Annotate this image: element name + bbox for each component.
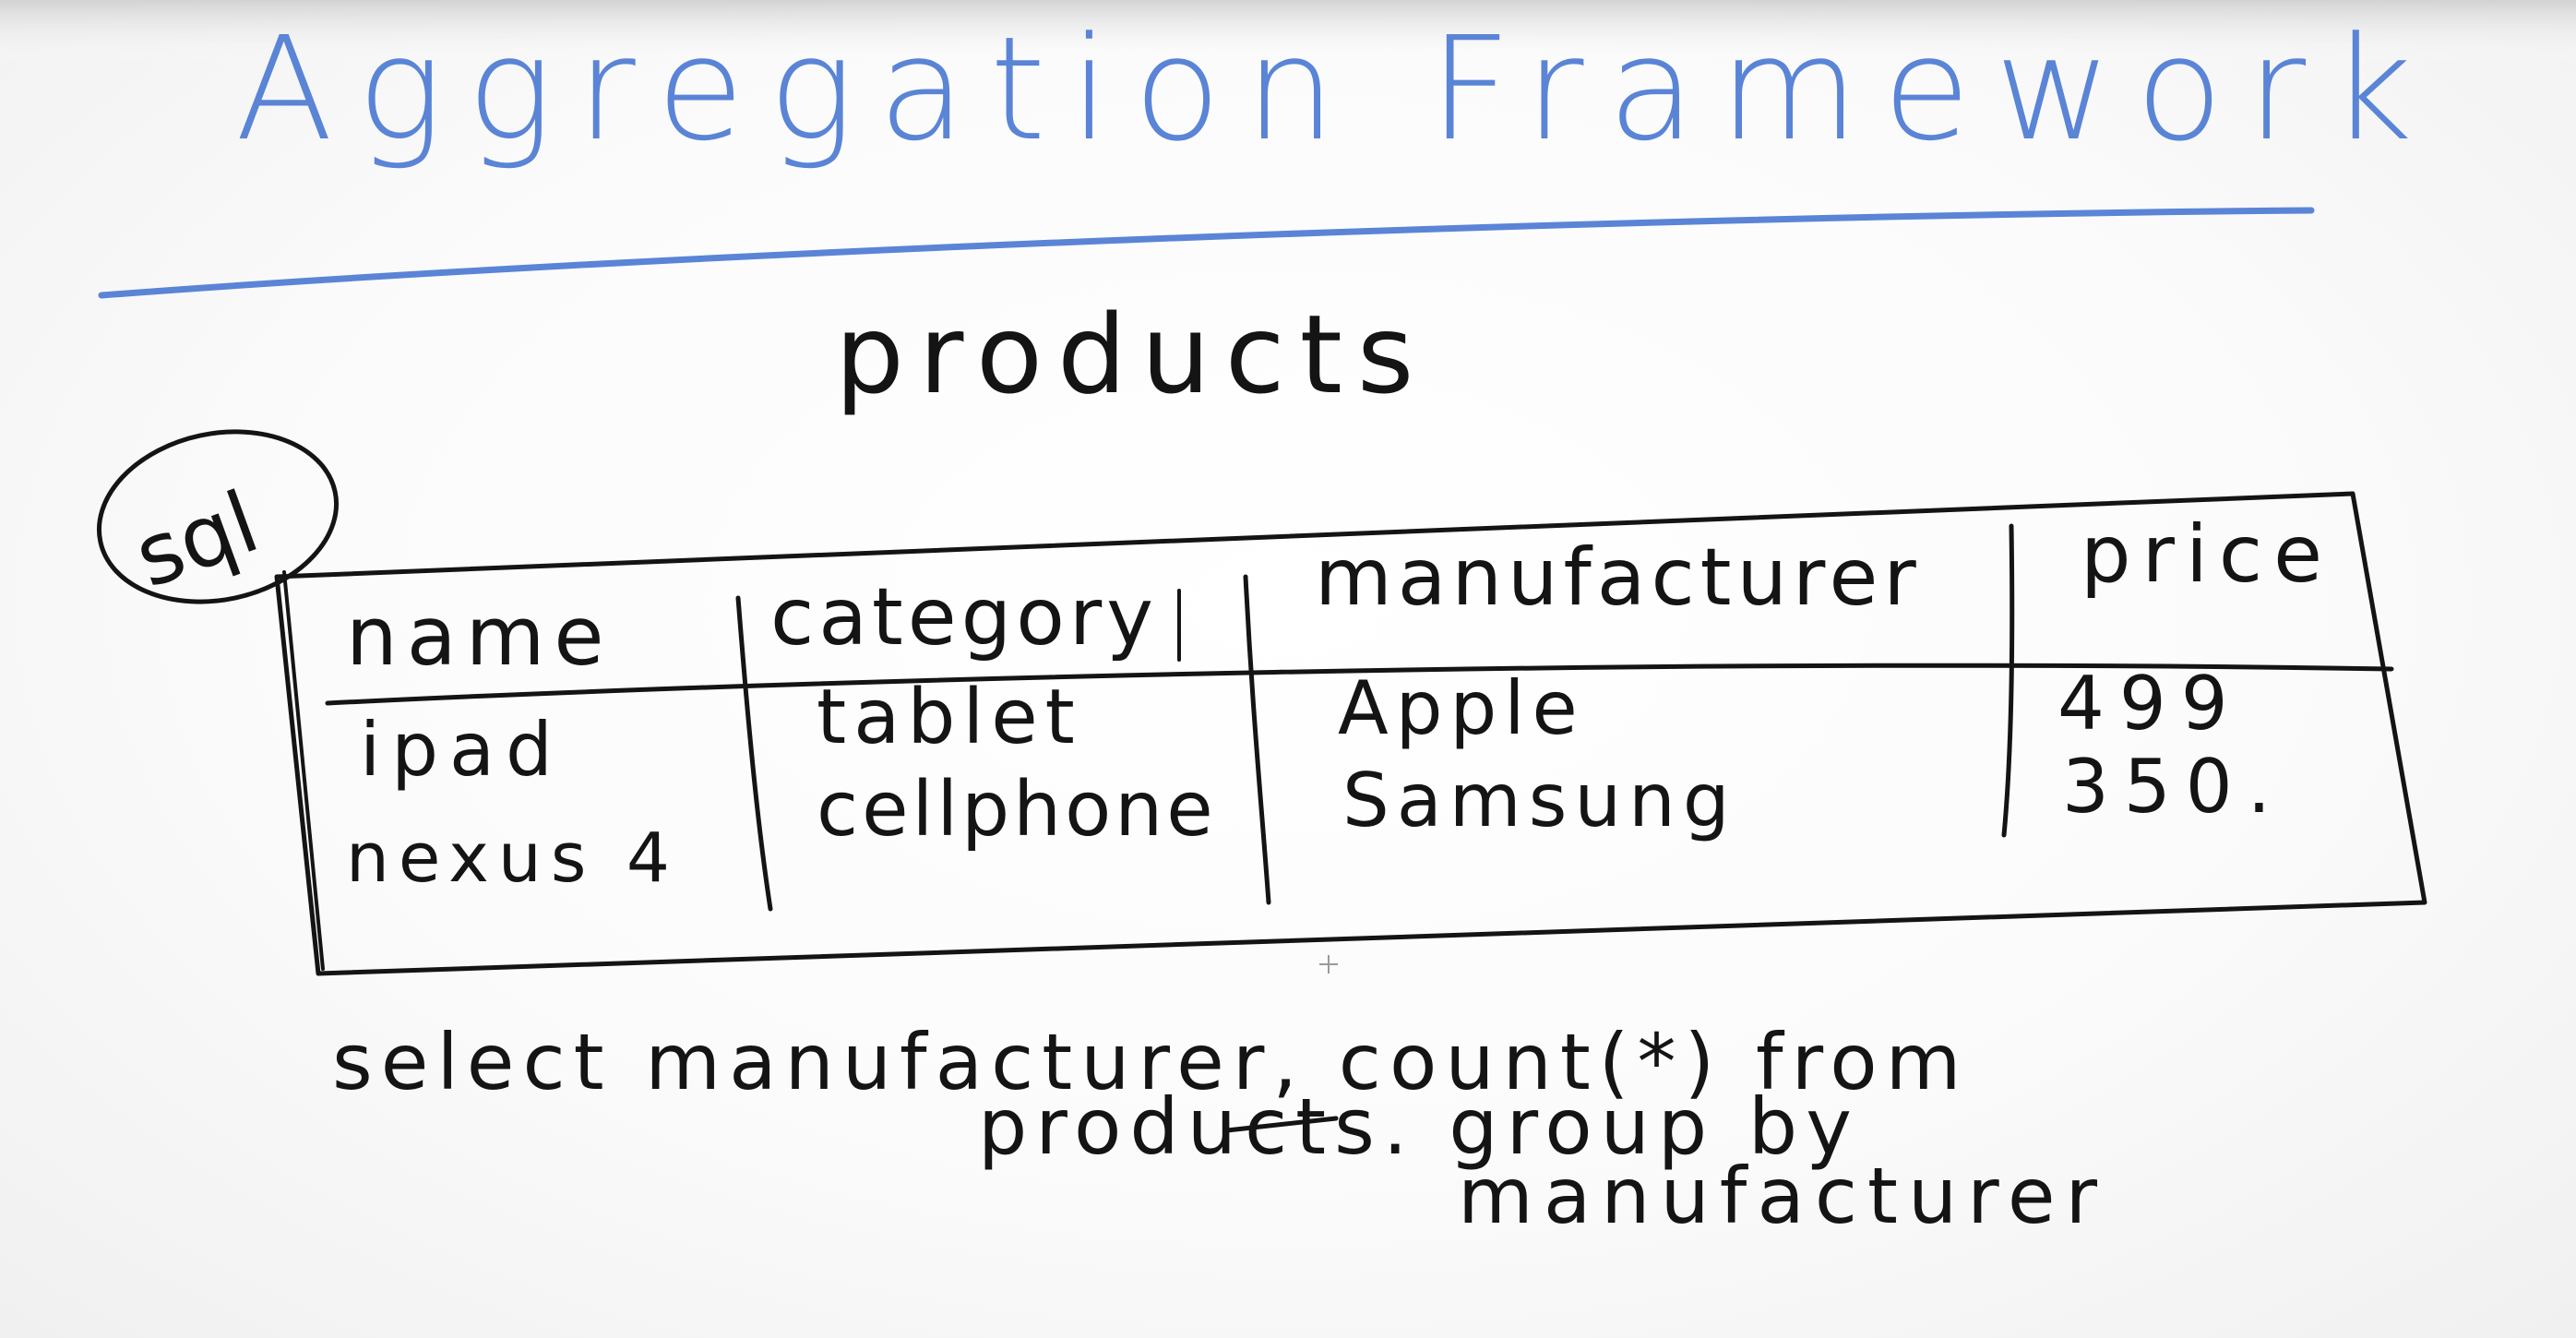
table-divider-1 (735, 595, 773, 912)
table-divider-2 (1243, 574, 1271, 905)
cell-row2-category: cellphone (817, 766, 1217, 854)
cell-row1-price: 499 (2057, 661, 2243, 747)
table-divider-3 (2001, 523, 2015, 838)
collection-label: products (835, 291, 1428, 418)
table-frame-left-edge (282, 570, 325, 971)
whiteboard-canvas: Aggregation Framework products sql name … (0, 0, 2576, 1338)
header-category: category (770, 571, 1158, 663)
header-manufacturer: manufacturer (1315, 532, 1922, 624)
title-text: Aggregation Framework (235, 6, 2437, 173)
cell-row1-manufacturer: Apple (1338, 665, 1585, 751)
query-line-3: manufacturer (1458, 1151, 2107, 1241)
badge-label: sql (123, 472, 271, 607)
cell-row1-category: tablet (817, 674, 1082, 761)
cell-row2-price: 350. (2062, 744, 2285, 830)
header-name: name (346, 589, 614, 684)
cell-row2-manufacturer: Samsung (1342, 758, 1737, 843)
cell-row2-name: nexus 4 (346, 818, 679, 898)
title-underline (98, 207, 2315, 299)
header-price: price (2081, 508, 2333, 601)
cursor-crosshair (1319, 955, 1338, 974)
whiteboard-drawing: Aggregation Framework products sql name … (0, 0, 2576, 1241)
cell-row1-name: ipad (360, 707, 564, 793)
